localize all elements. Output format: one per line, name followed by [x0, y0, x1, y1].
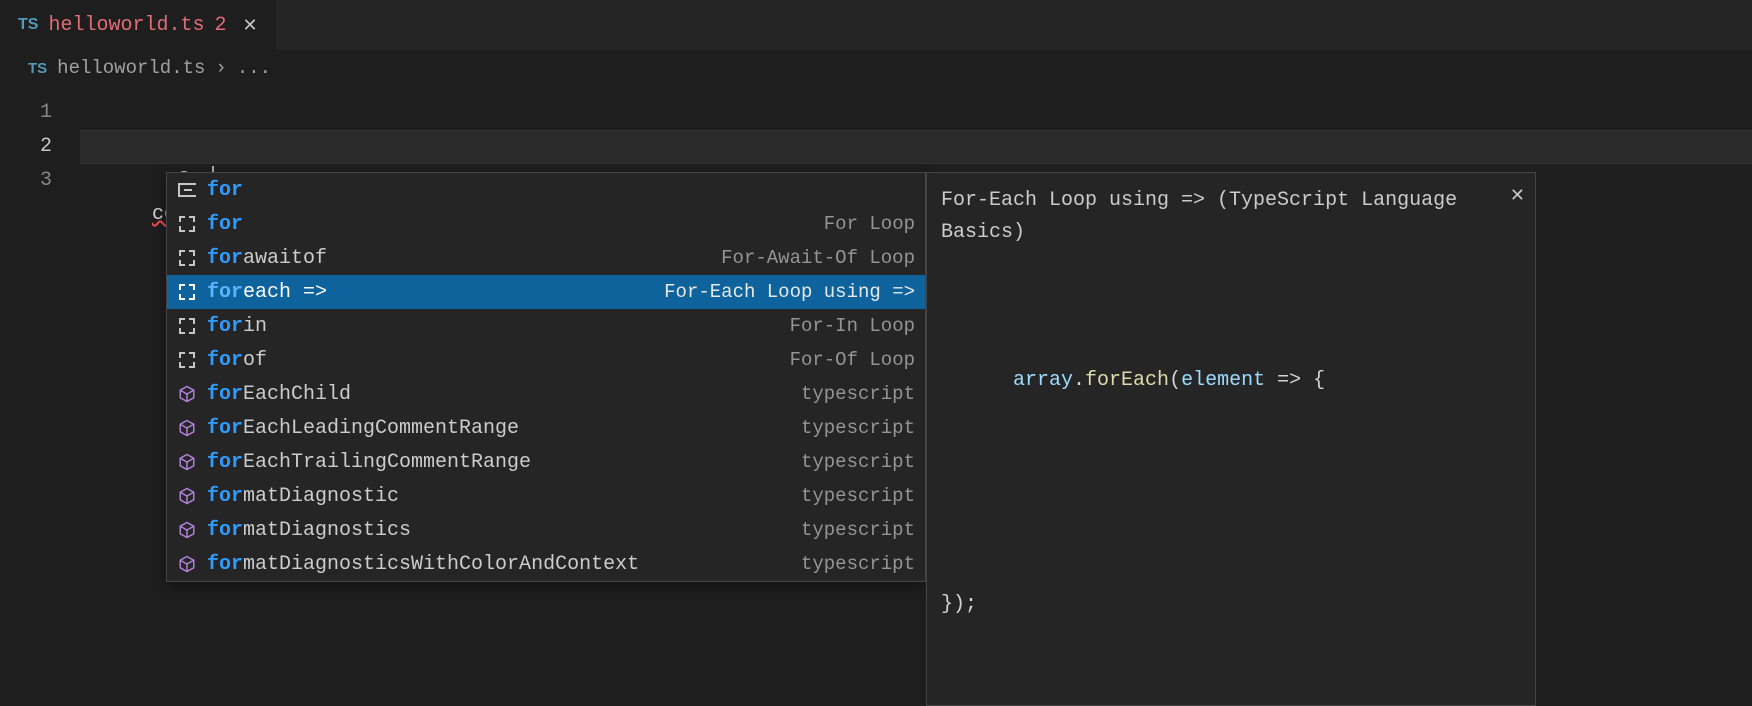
function-icon: [177, 452, 197, 472]
suggest-detail: typescript: [801, 383, 915, 405]
suggest-label: forawaitof: [207, 247, 711, 270]
doc-snippet: array.forEach(element => { });: [941, 269, 1521, 685]
snippet-icon: [177, 316, 197, 336]
intellisense-doc-panel: ✕ For-Each Loop using => (TypeScript Lan…: [926, 172, 1536, 706]
snippet-icon: [177, 350, 197, 370]
suggest-label: formatDiagnostics: [207, 519, 791, 542]
typescript-icon: TS: [18, 16, 38, 34]
suggest-item[interactable]: foreach => For-Each Loop using =>: [167, 275, 925, 309]
suggest-item[interactable]: forawaitof For-Await-Of Loop: [167, 241, 925, 275]
function-icon: [177, 384, 197, 404]
suggest-label: forEachLeadingCommentRange: [207, 417, 791, 440]
code-line[interactable]: 2 for: [0, 130, 1752, 164]
function-icon: [177, 418, 197, 438]
suggest-detail: For-Each Loop using =>: [664, 281, 915, 303]
code-line[interactable]: 1 let message : string = "Hello World";: [0, 96, 1752, 130]
intellisense-popup[interactable]: for for For Loop forawaitof For-Await-Of Loo…: [166, 172, 926, 582]
suggest-detail: For-Of Loop: [790, 349, 915, 371]
suggest-item[interactable]: formatDiagnostic typescript: [167, 479, 925, 513]
breadcrumb[interactable]: TS helloworld.ts › ...: [0, 50, 1752, 86]
suggest-detail: For Loop: [824, 213, 915, 235]
line-number: 2: [0, 130, 80, 164]
suggest-detail: typescript: [801, 417, 915, 439]
typescript-icon: TS: [28, 60, 47, 77]
line-number: 3: [0, 164, 80, 198]
snippet-icon: [177, 282, 197, 302]
suggest-detail: typescript: [801, 553, 915, 575]
suggest-item[interactable]: forin For-In Loop: [167, 309, 925, 343]
tab-problem-badge: 2: [214, 14, 226, 37]
tab-helloworld[interactable]: TS helloworld.ts 2 ✕: [0, 0, 277, 50]
tab-bar: TS helloworld.ts 2 ✕: [0, 0, 1752, 50]
suggest-item[interactable]: for: [167, 173, 925, 207]
close-icon[interactable]: ✕: [1510, 181, 1525, 210]
suggest-item[interactable]: for For Loop: [167, 207, 925, 241]
function-icon: [177, 520, 197, 540]
suggest-item[interactable]: forEachLeadingCommentRange typescript: [167, 411, 925, 445]
suggest-label: for: [207, 213, 814, 236]
suggest-label: forin: [207, 315, 780, 338]
suggest-detail: typescript: [801, 451, 915, 473]
snippet-icon: [177, 248, 197, 268]
function-icon: [177, 486, 197, 506]
suggest-detail: For-In Loop: [790, 315, 915, 337]
chevron-right-icon: ›: [215, 57, 226, 79]
suggest-label: foreach =>: [207, 281, 654, 304]
suggest-label: formatDiagnostic: [207, 485, 791, 508]
breadcrumb-ellipsis: ...: [237, 57, 271, 79]
suggest-item[interactable]: formatDiagnosticsWithColorAndContext type…: [167, 547, 925, 581]
suggest-detail: For-Await-Of Loop: [721, 247, 915, 269]
snippet-icon: [177, 214, 197, 234]
suggest-label: forEachTrailingCommentRange: [207, 451, 791, 474]
suggest-item[interactable]: formatDiagnostics typescript: [167, 513, 925, 547]
doc-title: For-Each Loop using => (TypeScript Langu…: [941, 185, 1521, 249]
close-icon[interactable]: ✕: [243, 15, 258, 36]
suggest-item[interactable]: forEachChild typescript: [167, 377, 925, 411]
line-number: 1: [0, 96, 80, 130]
suggest-label: forof: [207, 349, 780, 372]
suggest-item[interactable]: forof For-Of Loop: [167, 343, 925, 377]
suggest-label: forEachChild: [207, 383, 791, 406]
function-icon: [177, 554, 197, 574]
suggest-item[interactable]: forEachTrailingCommentRange typescript: [167, 445, 925, 479]
tab-filename: helloworld.ts: [48, 14, 204, 37]
keyword-icon: [177, 180, 197, 200]
suggest-detail: typescript: [801, 519, 915, 541]
breadcrumb-filename: helloworld.ts: [57, 57, 205, 79]
suggest-detail: typescript: [801, 485, 915, 507]
suggest-label: formatDiagnosticsWithColorAndContext: [207, 553, 791, 576]
suggest-label: for: [207, 179, 905, 202]
